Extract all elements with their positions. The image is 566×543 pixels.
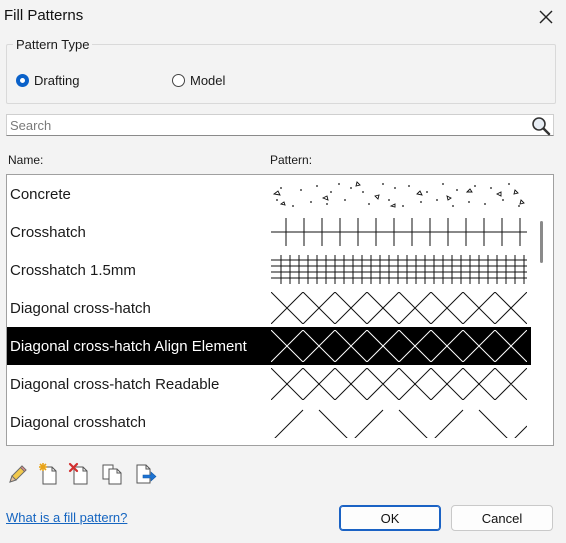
diagonal-cross-hatch-pattern-preview (271, 292, 527, 324)
search-input[interactable] (10, 116, 525, 134)
pattern-row-name: Crosshatch (10, 224, 86, 241)
pattern-row-name: Crosshatch 1.5mm (10, 262, 136, 279)
search-box (6, 114, 554, 136)
pattern-row-name: Concrete (10, 186, 71, 203)
crosshatch-fine-pattern-preview (271, 255, 527, 284)
search-icon[interactable] (531, 116, 551, 136)
pattern-list: Concrete Crosshatch Crosshatch 1.5mm Dia… (6, 174, 554, 446)
title-bar: Fill Patterns (0, 0, 566, 34)
pattern-row-crosshatch[interactable]: Crosshatch (7, 213, 531, 251)
close-icon (539, 10, 553, 24)
pattern-row-name: Diagonal cross-hatch (10, 300, 151, 317)
pattern-row-concrete[interactable]: Concrete (7, 175, 531, 213)
help-link[interactable]: What is a fill pattern? (6, 510, 127, 525)
pattern-row-diagonal-cross-hatch-readable[interactable]: Diagonal cross-hatch Readable (7, 365, 531, 403)
pattern-type-legend: Pattern Type (13, 37, 93, 52)
pattern-row-name: Diagonal cross-hatch Readable (10, 376, 220, 393)
drafting-radio[interactable]: Drafting (16, 73, 80, 88)
pattern-row-name: Diagonal crosshatch (10, 414, 146, 431)
delete-pattern-icon[interactable] (68, 462, 92, 486)
import-pattern-icon[interactable] (133, 462, 157, 486)
model-radio[interactable]: Model (172, 73, 225, 88)
model-radio-indicator[interactable] (172, 74, 185, 87)
pattern-row-name: Diagonal cross-hatch Align Element (10, 338, 247, 355)
new-pattern-icon[interactable] (37, 462, 61, 486)
diagonal-cross-hatch-pattern-preview (271, 368, 527, 400)
pattern-row-diagonal-cross-hatch-align-element[interactable]: Diagonal cross-hatch Align Element (7, 327, 531, 365)
scrollbar-thumb[interactable] (540, 221, 543, 263)
pattern-column-header: Pattern: (270, 153, 313, 167)
window-title: Fill Patterns (4, 7, 84, 24)
ok-button[interactable]: OK (339, 505, 441, 531)
close-button[interactable] (532, 4, 560, 30)
pattern-type-group: Pattern Type Drafting Model (6, 37, 556, 104)
pattern-row-diagonal-cross-hatch[interactable]: Diagonal cross-hatch (7, 289, 531, 327)
diagonal-crosshatch-wide-pattern-preview (274, 409, 527, 438)
edit-pencil-icon[interactable] (6, 462, 30, 486)
diagonal-cross-hatch-pattern-preview (271, 330, 527, 362)
pattern-row-diagonal-crosshatch[interactable]: Diagonal crosshatch (7, 403, 531, 441)
name-column-header: Name: (8, 153, 44, 167)
drafting-radio-label: Drafting (34, 73, 80, 88)
crosshatch-pattern-preview (271, 218, 527, 246)
list-scrollbar[interactable] (533, 175, 553, 445)
model-radio-label: Model (190, 73, 226, 88)
cancel-button[interactable]: Cancel (451, 505, 553, 531)
concrete-pattern-preview (272, 181, 525, 208)
duplicate-pattern-icon[interactable] (100, 462, 124, 486)
drafting-radio-indicator[interactable] (16, 74, 29, 87)
pattern-row-crosshatch-1-5mm[interactable]: Crosshatch 1.5mm (7, 251, 531, 289)
